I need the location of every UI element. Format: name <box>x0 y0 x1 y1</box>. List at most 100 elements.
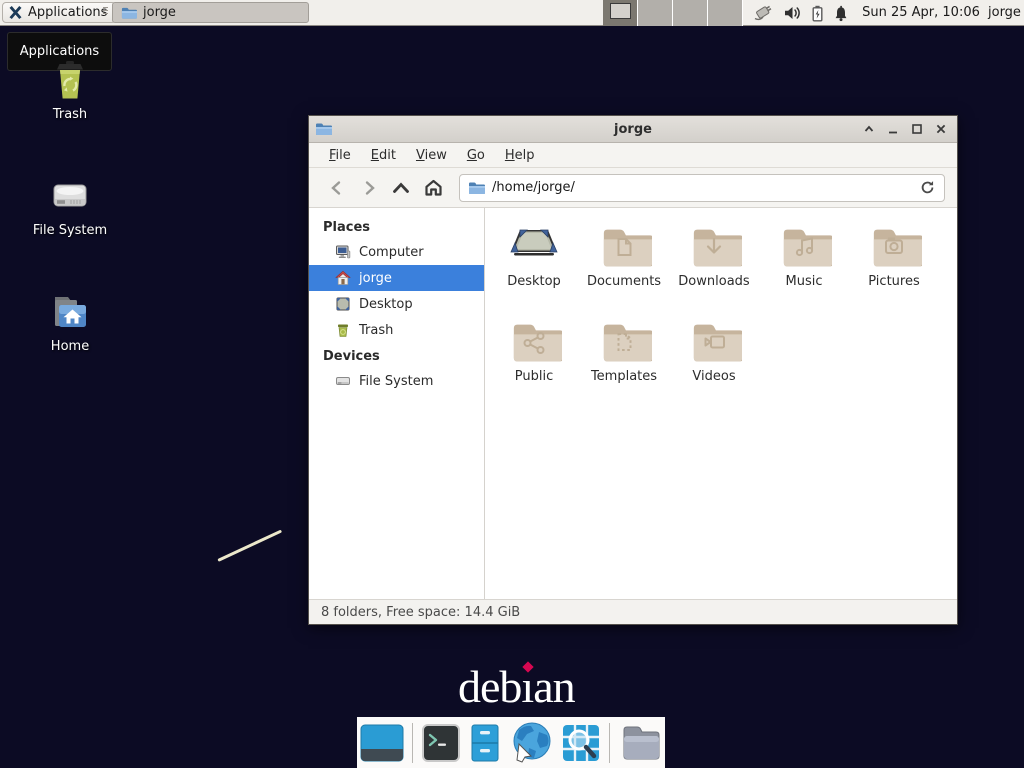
hard-drive-icon <box>47 174 93 220</box>
terminal-launcher[interactable] <box>421 723 461 763</box>
workspace-switcher <box>603 0 743 26</box>
close-button[interactable] <box>930 119 951 140</box>
network-icon[interactable] <box>752 4 774 22</box>
devices-header: Devices <box>309 343 484 368</box>
volume-icon[interactable] <box>783 5 802 21</box>
folder-label: Documents <box>587 274 661 289</box>
computer-icon <box>335 244 351 260</box>
home-folder-icon <box>47 290 93 336</box>
folder-item-music[interactable]: Music <box>759 218 849 313</box>
web-browser-globe-icon <box>509 722 553 764</box>
reload-icon[interactable] <box>919 179 936 196</box>
status-text: 8 folders, Free space: 14.4 GiB <box>321 605 520 620</box>
folder-item-videos[interactable]: Videos <box>669 313 759 408</box>
home-icon <box>335 270 351 286</box>
sidebar-item-jorge[interactable]: jorge <box>309 265 484 291</box>
taskbar-window-label: jorge <box>143 5 176 20</box>
folder-label: Videos <box>692 369 735 384</box>
minimize-button[interactable] <box>882 119 903 140</box>
desktop-icon-label: Home <box>51 339 89 354</box>
sidebar-item-label: Trash <box>359 323 393 338</box>
menu-view[interactable]: View <box>406 145 457 166</box>
panel-grip-handle[interactable] <box>103 7 108 14</box>
menu-help[interactable]: Help <box>495 145 545 166</box>
workspace-2[interactable] <box>638 0 673 26</box>
folder-item-downloads[interactable]: Downloads <box>669 218 759 313</box>
menu-edit[interactable]: Edit <box>361 145 406 166</box>
notifications-bell-icon[interactable] <box>833 5 849 22</box>
folder-label: Pictures <box>868 274 919 289</box>
workspace-3[interactable] <box>673 0 708 26</box>
xfce-applications-icon <box>8 5 23 20</box>
applications-menu-button[interactable]: Applications <box>2 2 116 23</box>
menu-file[interactable]: File <box>319 145 361 166</box>
documents-folder-icon <box>596 222 652 268</box>
folder-item-desktop[interactable]: Desktop <box>489 218 579 313</box>
sidebar-item-desktop[interactable]: Desktop <box>309 291 484 317</box>
debian-wordmark: debıan <box>458 660 575 713</box>
folder-label: Public <box>515 369 553 384</box>
forward-button[interactable] <box>353 173 385 203</box>
places-header: Places <box>309 214 484 239</box>
show-desktop-button[interactable] <box>360 723 404 763</box>
folder-item-templates[interactable]: Templates <box>579 313 669 408</box>
desktop-icon-home[interactable]: Home <box>18 290 122 354</box>
sidebar: Places Computer <box>309 208 485 599</box>
hard-drive-icon <box>335 373 351 389</box>
folder-item-pictures[interactable]: Pictures <box>849 218 939 313</box>
file-manager-launcher[interactable] <box>469 723 501 763</box>
folder-label: Music <box>786 274 823 289</box>
videos-folder-icon <box>686 317 742 363</box>
sidebar-item-label: jorge <box>359 271 392 286</box>
trash-icon <box>335 322 351 338</box>
folder-item-documents[interactable]: Documents <box>579 218 669 313</box>
menu-go[interactable]: Go <box>457 145 495 166</box>
application-finder-icon <box>561 723 601 763</box>
window-folder-icon <box>121 6 137 20</box>
toolbar: /home/jorge/ <box>309 168 957 208</box>
file-cabinet-icon <box>469 723 501 763</box>
debian-red-dot <box>523 661 534 672</box>
sidebar-item-computer[interactable]: Computer <box>309 239 484 265</box>
up-button[interactable] <box>385 173 417 203</box>
terminal-icon <box>421 723 461 763</box>
dock-separator <box>412 723 413 763</box>
workspace-1[interactable] <box>603 0 638 26</box>
sidebar-item-trash[interactable]: Trash <box>309 317 484 343</box>
sidebar-item-label: Computer <box>359 245 424 260</box>
show-desktop-icon <box>360 723 404 763</box>
panel-clock[interactable]: Sun 25 Apr, 10:06 <box>858 0 984 26</box>
desktop-icon-file-system[interactable]: File System <box>18 174 122 238</box>
home-button[interactable] <box>417 173 449 203</box>
downloads-folder-icon <box>686 222 742 268</box>
trash-icon <box>47 58 93 104</box>
path-folder-icon <box>468 181 485 195</box>
location-bar[interactable]: /home/jorge/ <box>459 174 945 202</box>
panel-username[interactable]: jorge <box>988 0 1021 26</box>
desktop-icon-label: Trash <box>53 107 87 122</box>
workspace-window-miniature <box>610 3 631 19</box>
back-button[interactable] <box>321 173 353 203</box>
file-view[interactable]: Desktop Documents <box>485 208 957 599</box>
maximize-button[interactable] <box>906 119 927 140</box>
sidebar-item-file-system[interactable]: File System <box>309 368 484 394</box>
sidebar-item-label: File System <box>359 374 433 389</box>
desktop-icon-trash[interactable]: Trash <box>18 58 122 122</box>
directory-menu-button[interactable] <box>618 724 662 762</box>
battery-icon[interactable] <box>811 5 824 22</box>
web-browser-launcher[interactable] <box>509 722 553 764</box>
desktop-icon-label: File System <box>33 223 107 238</box>
app-finder-launcher[interactable] <box>561 723 601 763</box>
tooltip-text: Applications <box>20 44 99 59</box>
dock <box>357 717 665 768</box>
public-folder-icon <box>506 317 562 363</box>
statusbar: 8 folders, Free space: 14.4 GiB <box>309 599 957 624</box>
sidebar-item-label: Desktop <box>359 297 413 312</box>
desktop-icon <box>335 296 351 312</box>
window-titlebar[interactable]: jorge <box>309 116 957 143</box>
workspace-4[interactable] <box>708 0 743 26</box>
path-input[interactable]: /home/jorge/ <box>492 180 912 195</box>
folder-item-public[interactable]: Public <box>489 313 579 408</box>
shade-button[interactable] <box>858 119 879 140</box>
taskbar-window-button[interactable]: jorge <box>112 2 309 23</box>
